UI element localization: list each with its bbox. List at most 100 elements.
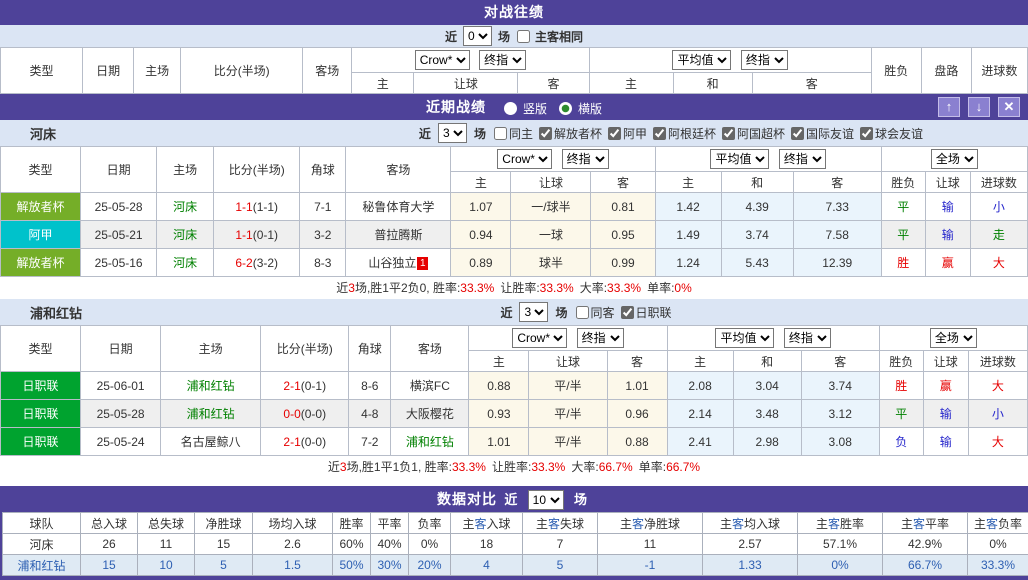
away-odds: 0.96 bbox=[607, 400, 667, 428]
league-filter-primera[interactable]: 阿甲 bbox=[604, 125, 647, 142]
comparison-recent-count-select[interactable]: 10 bbox=[528, 490, 564, 510]
league-checkbox[interactable] bbox=[860, 127, 873, 140]
summary-count: 3 bbox=[348, 281, 355, 295]
goals-result: 小 bbox=[970, 193, 1027, 221]
col-goals-header: 进球数 bbox=[971, 48, 1027, 94]
average-select[interactable]: 平均值 bbox=[715, 328, 774, 348]
comparison-title: 数据对比 bbox=[437, 491, 497, 507]
result: 平 bbox=[881, 221, 925, 249]
avg-draw-odds: 3.48 bbox=[733, 400, 801, 428]
same-home-away-checkbox[interactable] bbox=[517, 30, 530, 43]
up-arrow-icon: ↑ bbox=[946, 99, 953, 114]
match-row: 日职联 25-05-24 名古屋鲸八 2-1(0-0) 7-2 浦和红钻 1.0… bbox=[1, 428, 1028, 456]
move-up-button[interactable]: ↑ bbox=[938, 97, 960, 117]
competition-badge: 日职联 bbox=[1, 428, 81, 456]
horizontal-layout-label: 横版 bbox=[578, 96, 602, 122]
final-odds-select-2[interactable]: 终指 bbox=[741, 50, 788, 70]
col-away-header: 客场 bbox=[303, 48, 352, 94]
stat-value: 66.7% bbox=[883, 555, 968, 576]
league-filter-jleague[interactable]: 日职联 bbox=[617, 304, 672, 321]
home-odds: 0.94 bbox=[451, 221, 511, 249]
final-odds-select[interactable]: 终指 bbox=[577, 328, 624, 348]
col-goals-against-header: 总失球 bbox=[138, 513, 195, 534]
average-select[interactable]: 平均值 bbox=[710, 149, 769, 169]
col-type-header: 类型 bbox=[1, 48, 83, 94]
sub-away-header: 客 bbox=[518, 73, 589, 94]
vertical-layout-radio[interactable] bbox=[504, 102, 517, 115]
match-date: 25-05-28 bbox=[81, 193, 157, 221]
vertical-layout-label: 竖版 bbox=[523, 96, 547, 122]
scope-group-header: 全场 bbox=[879, 326, 1027, 351]
league-label: 阿甲 bbox=[623, 125, 647, 142]
scope-select[interactable]: 全场 bbox=[931, 149, 978, 169]
matches-label: 场 bbox=[474, 125, 486, 142]
match-row: 阿甲 25-05-21 河床 1-1(0-1) 3-2 普拉腾斯 0.94 一球… bbox=[1, 221, 1028, 249]
average-select[interactable]: 平均值 bbox=[672, 50, 731, 70]
league-checkbox[interactable] bbox=[539, 127, 552, 140]
league-checkbox[interactable] bbox=[722, 127, 735, 140]
urawa-filter-controls: 近 3 场 同客 日职联 bbox=[140, 302, 1028, 322]
col-type-header: 类型 bbox=[1, 326, 81, 372]
sub-goals-header: 进球数 bbox=[970, 172, 1027, 193]
league-checkbox[interactable] bbox=[653, 127, 666, 140]
urawa-filter-row: 浦和红钻 近 3 场 同客 日职联 bbox=[0, 299, 1028, 325]
urawa-summary: 近3场,胜1平1负1, 胜率:33.3%让胜率:33.3%大率:66.7%单率:… bbox=[0, 456, 1028, 478]
comparison-header-row: 球队 总入球 总失球 净胜球 场均入球 胜率 平率 负率 主客入球 主客失球 主… bbox=[3, 513, 1028, 534]
final-odds-select-2[interactable]: 终指 bbox=[779, 149, 826, 169]
comparison-header-bar: 数据对比 近 10 场 bbox=[2, 486, 1026, 512]
comparison-table: 球队 总入球 总失球 净胜球 场均入球 胜率 平率 负率 主客入球 主客失球 主… bbox=[2, 512, 1028, 576]
league-checkbox[interactable] bbox=[621, 306, 634, 319]
same-away-checkbox[interactable] bbox=[576, 306, 589, 319]
avg-away-odds: 3.12 bbox=[801, 400, 879, 428]
home-odds: 1.07 bbox=[451, 193, 511, 221]
stat-value: 40% bbox=[371, 534, 409, 555]
league-filter-supercopa[interactable]: 阿国超杯 bbox=[718, 125, 785, 142]
league-filter-libertadores[interactable]: 解放者杯 bbox=[535, 125, 602, 142]
col-date-header: 日期 bbox=[81, 326, 161, 372]
league-checkbox[interactable] bbox=[608, 127, 621, 140]
win-rate-value: 33.3% bbox=[460, 281, 494, 295]
sub-home-header: 主 bbox=[451, 172, 511, 193]
final-odds-select[interactable]: 终指 bbox=[479, 50, 526, 70]
stat-value: 18 bbox=[451, 534, 523, 555]
col-win-rate-header: 胜率 bbox=[333, 513, 371, 534]
urawa-header-group-row: 类型 日期 主场 比分(半场) 角球 客场 Crow* 终指 平均值 终指 全场 bbox=[1, 326, 1028, 351]
col-ha-goals-against-header: 主客失球 bbox=[523, 513, 598, 534]
result: 胜 bbox=[881, 249, 925, 277]
goals-result: 小 bbox=[968, 400, 1027, 428]
urawa-team-name: 浦和红钻 bbox=[0, 303, 140, 322]
handicap-line: 平/半 bbox=[529, 428, 607, 456]
sub-home2-header: 主 bbox=[667, 351, 733, 372]
stat-value: 11 bbox=[598, 534, 703, 555]
result: 胜 bbox=[879, 372, 923, 400]
horizontal-layout-radio[interactable] bbox=[559, 102, 572, 115]
move-down-button[interactable]: ↓ bbox=[968, 97, 990, 117]
col-score-header: 比分(半场) bbox=[181, 48, 303, 94]
handicap-line: 一/球半 bbox=[511, 193, 591, 221]
river-filter-row: 河床 近 3 场 同主 解放者杯 阿甲 阿根廷杯 阿国超杯 国际友谊 球会友谊 bbox=[0, 120, 1028, 146]
league-filter-international-friendly[interactable]: 国际友谊 bbox=[787, 125, 854, 142]
close-button[interactable]: ✕ bbox=[998, 97, 1020, 117]
col-away-header: 客场 bbox=[346, 147, 451, 193]
urawa-recent-count-select[interactable]: 3 bbox=[519, 302, 548, 322]
final-odds-select-2[interactable]: 终指 bbox=[784, 328, 831, 348]
river-filter-controls: 近 3 场 同主 解放者杯 阿甲 阿根廷杯 阿国超杯 国际友谊 球会友谊 bbox=[140, 123, 1028, 143]
league-checkbox[interactable] bbox=[791, 127, 804, 140]
sub-goals-header: 进球数 bbox=[968, 351, 1027, 372]
bookmaker-select[interactable]: Crow* bbox=[512, 328, 567, 348]
col-away-header: 客场 bbox=[391, 326, 469, 372]
final-odds-select[interactable]: 终指 bbox=[562, 149, 609, 169]
h2h-recent-count-select[interactable]: 0 bbox=[463, 26, 492, 46]
same-home-checkbox[interactable] bbox=[494, 127, 507, 140]
league-filter-copa-argentina[interactable]: 阿根廷杯 bbox=[649, 125, 716, 142]
stat-value: 60% bbox=[333, 534, 371, 555]
scope-select[interactable]: 全场 bbox=[930, 328, 977, 348]
fulltime-score: 1-1 bbox=[235, 200, 252, 214]
bookmaker-select[interactable]: Crow* bbox=[497, 149, 552, 169]
league-filter-club-friendly[interactable]: 球会友谊 bbox=[856, 125, 923, 142]
score-cell: 1-1(0-1) bbox=[214, 221, 300, 249]
stat-value: 20% bbox=[409, 555, 451, 576]
bookmaker-select[interactable]: Crow* bbox=[415, 50, 470, 70]
river-recent-count-select[interactable]: 3 bbox=[438, 123, 467, 143]
stat-value: 1.5 bbox=[253, 555, 333, 576]
